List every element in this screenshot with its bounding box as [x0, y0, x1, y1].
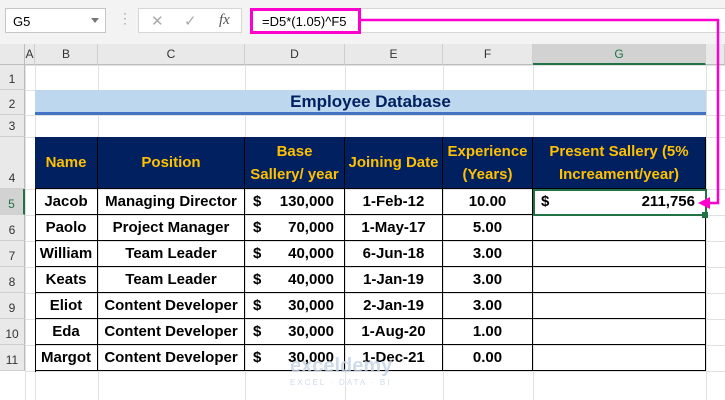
watermark-logo: exceldemy EXCEL · DATA · BI — [290, 355, 393, 387]
annotation-arrow — [361, 18, 720, 209]
